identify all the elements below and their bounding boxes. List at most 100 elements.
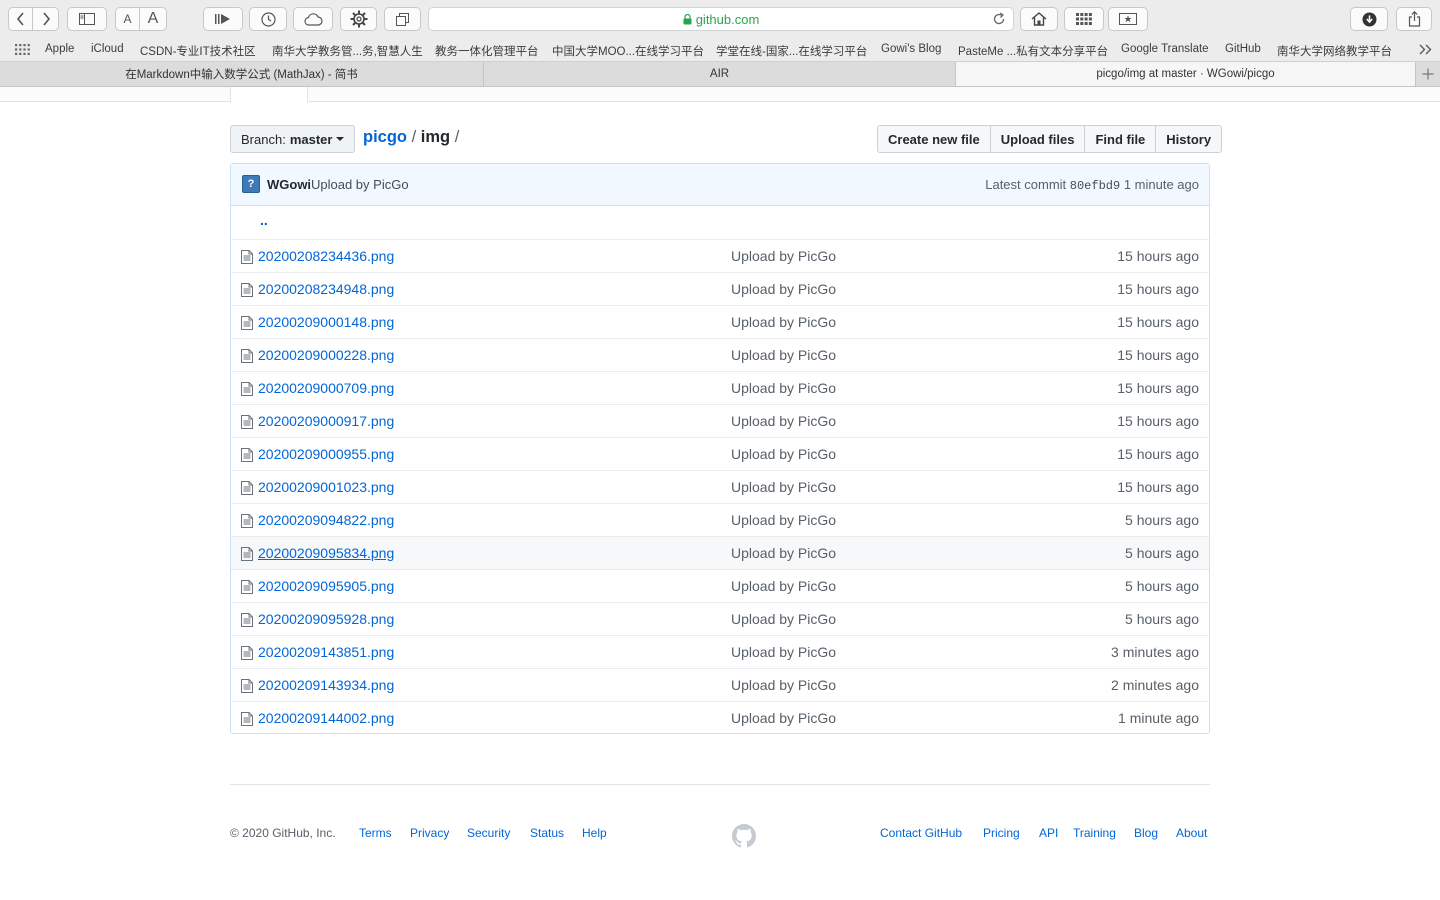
- footer-link-api[interactable]: API: [1039, 826, 1058, 840]
- bookmark-item[interactable]: Gowi's Blog: [881, 43, 941, 55]
- file-commit-message[interactable]: Upload by PicGo: [731, 314, 836, 330]
- branch-selector[interactable]: Branch: master: [230, 125, 356, 153]
- footer-link-terms[interactable]: Terms: [359, 826, 392, 840]
- file-row[interactable]: 20200209143934.png Upload by PicGo 2 minut…: [231, 668, 1209, 701]
- bookmark-item[interactable]: 南华大学教务管...务,智慧人生: [272, 43, 423, 59]
- file-name-link[interactable]: 20200209094822.png: [258, 512, 394, 528]
- commit-sha-link[interactable]: 80efbd9: [1070, 179, 1120, 193]
- file-commit-message[interactable]: Upload by PicGo: [731, 479, 836, 495]
- file-row[interactable]: 20200209095834.png Upload by PicGo 5 hours…: [231, 536, 1209, 569]
- bookmark-item[interactable]: iCloud: [91, 43, 124, 55]
- file-name-link[interactable]: 20200209143934.png: [258, 677, 394, 693]
- file-name-link[interactable]: 20200209000955.png: [258, 446, 394, 462]
- home-button[interactable]: [1020, 7, 1058, 31]
- file-commit-message[interactable]: Upload by PicGo: [731, 248, 836, 264]
- file-commit-message[interactable]: Upload by PicGo: [731, 512, 836, 528]
- text-smaller-button[interactable]: A: [115, 7, 140, 31]
- file-name-link[interactable]: 20200208234948.png: [258, 281, 394, 297]
- file-row[interactable]: 20200209000917.png Upload by PicGo 15 hour…: [231, 404, 1209, 437]
- file-commit-message[interactable]: Upload by PicGo: [731, 347, 836, 363]
- footer-link-pricing[interactable]: Pricing: [983, 826, 1020, 840]
- bookmark-item[interactable]: 学堂在线-国家...在线学习平台: [716, 43, 867, 59]
- tab-overview-button[interactable]: [384, 7, 421, 31]
- bookmark-item[interactable]: PasteMe ...私有文本分享平台: [958, 43, 1108, 59]
- file-row[interactable]: 20200208234436.png Upload by PicGo 15 hour…: [231, 239, 1209, 272]
- browser-tab-active[interactable]: picgo/img at master · WGowi/picgo: [956, 62, 1416, 86]
- file-name-link[interactable]: 20200209095928.png: [258, 611, 394, 627]
- file-name-link[interactable]: 20200209001023.png: [258, 479, 394, 495]
- footer-link-contact[interactable]: Contact GitHub: [880, 826, 962, 840]
- footer-link-status[interactable]: Status: [530, 826, 564, 840]
- downloads-button[interactable]: [1350, 7, 1388, 31]
- file-name-link[interactable]: 20200209095834.png: [258, 545, 394, 561]
- file-row[interactable]: 20200208234948.png Upload by PicGo 15 hour…: [231, 272, 1209, 305]
- github-octocat-icon[interactable]: [732, 824, 756, 848]
- file-row[interactable]: 20200209000148.png Upload by PicGo 15 hour…: [231, 305, 1209, 338]
- address-bar[interactable]: github.com: [428, 7, 1014, 31]
- footer-link-training[interactable]: Training: [1073, 826, 1116, 840]
- browser-tab[interactable]: AIR: [484, 62, 956, 86]
- bookmark-item[interactable]: GitHub: [1225, 43, 1261, 55]
- parent-directory-link[interactable]: ..: [260, 212, 268, 228]
- file-row[interactable]: 20200209094822.png Upload by PicGo 5 hours…: [231, 503, 1209, 536]
- file-commit-message[interactable]: Upload by PicGo: [731, 413, 836, 429]
- file-row[interactable]: 20200209000709.png Upload by PicGo 15 hour…: [231, 371, 1209, 404]
- file-row[interactable]: 20200209000955.png Upload by PicGo 15 hour…: [231, 437, 1209, 470]
- footer-link-security[interactable]: Security: [467, 826, 510, 840]
- commit-author[interactable]: WGowi: [267, 177, 311, 192]
- reader-button[interactable]: [203, 7, 243, 31]
- reload-icon[interactable]: [992, 12, 1006, 26]
- footer-link-privacy[interactable]: Privacy: [410, 826, 449, 840]
- file-commit-message[interactable]: Upload by PicGo: [731, 710, 836, 726]
- bookmark-item[interactable]: CSDN-专业IT技术社区: [140, 43, 256, 59]
- bookmark-item[interactable]: 南华大学网络教学平台: [1277, 43, 1392, 59]
- footer-link-help[interactable]: Help: [582, 826, 607, 840]
- forward-button[interactable]: [32, 7, 59, 31]
- history-button[interactable]: [249, 7, 287, 31]
- upload-files-button[interactable]: Upload files: [989, 125, 1086, 153]
- icloud-tabs-button[interactable]: [293, 7, 333, 31]
- bookmark-star-button[interactable]: [1108, 7, 1148, 31]
- file-commit-message[interactable]: Upload by PicGo: [731, 281, 836, 297]
- share-button[interactable]: [1396, 7, 1432, 31]
- file-name-link[interactable]: 20200209095905.png: [258, 578, 394, 594]
- chevron-double-right-icon[interactable]: [1419, 44, 1433, 55]
- new-tab-button[interactable]: [1416, 62, 1440, 86]
- file-name-link[interactable]: 20200209000709.png: [258, 380, 394, 396]
- apps-grid-button[interactable]: [1064, 7, 1104, 31]
- file-name-link[interactable]: 20200209144002.png: [258, 710, 394, 726]
- history-button[interactable]: History: [1155, 125, 1223, 153]
- file-commit-message[interactable]: Upload by PicGo: [731, 545, 836, 561]
- text-larger-button[interactable]: A: [139, 7, 167, 31]
- bookmarks-grid-icon[interactable]: [15, 44, 30, 55]
- create-new-file-button[interactable]: Create new file: [877, 125, 991, 153]
- file-commit-message[interactable]: Upload by PicGo: [731, 578, 836, 594]
- commit-message[interactable]: Upload by PicGo: [311, 177, 409, 192]
- file-commit-message[interactable]: Upload by PicGo: [731, 644, 836, 660]
- footer-link-about[interactable]: About: [1176, 826, 1207, 840]
- bookmark-item[interactable]: Google Translate: [1121, 43, 1209, 55]
- file-row[interactable]: 20200209143851.png Upload by PicGo 3 minut…: [231, 635, 1209, 668]
- breadcrumb-repo-link[interactable]: picgo: [363, 128, 407, 146]
- file-commit-message[interactable]: Upload by PicGo: [731, 380, 836, 396]
- file-commit-message[interactable]: Upload by PicGo: [731, 677, 836, 693]
- file-name-link[interactable]: 20200209143851.png: [258, 644, 394, 660]
- bookmark-item[interactable]: 中国大学MOO...在线学习平台: [552, 43, 704, 59]
- file-row[interactable]: 20200209000228.png Upload by PicGo 15 hour…: [231, 338, 1209, 371]
- footer-link-blog[interactable]: Blog: [1134, 826, 1158, 840]
- repo-nav-selected-tab[interactable]: [230, 87, 308, 103]
- find-file-button[interactable]: Find file: [1084, 125, 1157, 153]
- file-row[interactable]: 20200209144002.png Upload by PicGo 1 minut…: [231, 701, 1209, 733]
- bookmark-item[interactable]: Apple: [45, 43, 74, 55]
- settings-button[interactable]: [340, 7, 377, 31]
- parent-directory-row[interactable]: ..: [231, 206, 1209, 239]
- file-row[interactable]: 20200209001023.png Upload by PicGo 15 hour…: [231, 470, 1209, 503]
- file-row[interactable]: 20200209095928.png Upload by PicGo 5 hours…: [231, 602, 1209, 635]
- file-name-link[interactable]: 20200209000917.png: [258, 413, 394, 429]
- file-name-link[interactable]: 20200209000228.png: [258, 347, 394, 363]
- file-name-link[interactable]: 20200208234436.png: [258, 248, 394, 264]
- browser-tab[interactable]: 在Markdown中输入数学公式 (MathJax) - 简书: [0, 62, 484, 86]
- file-row[interactable]: 20200209095905.png Upload by PicGo 5 hours…: [231, 569, 1209, 602]
- sidebar-button[interactable]: [67, 7, 107, 31]
- file-commit-message[interactable]: Upload by PicGo: [731, 446, 836, 462]
